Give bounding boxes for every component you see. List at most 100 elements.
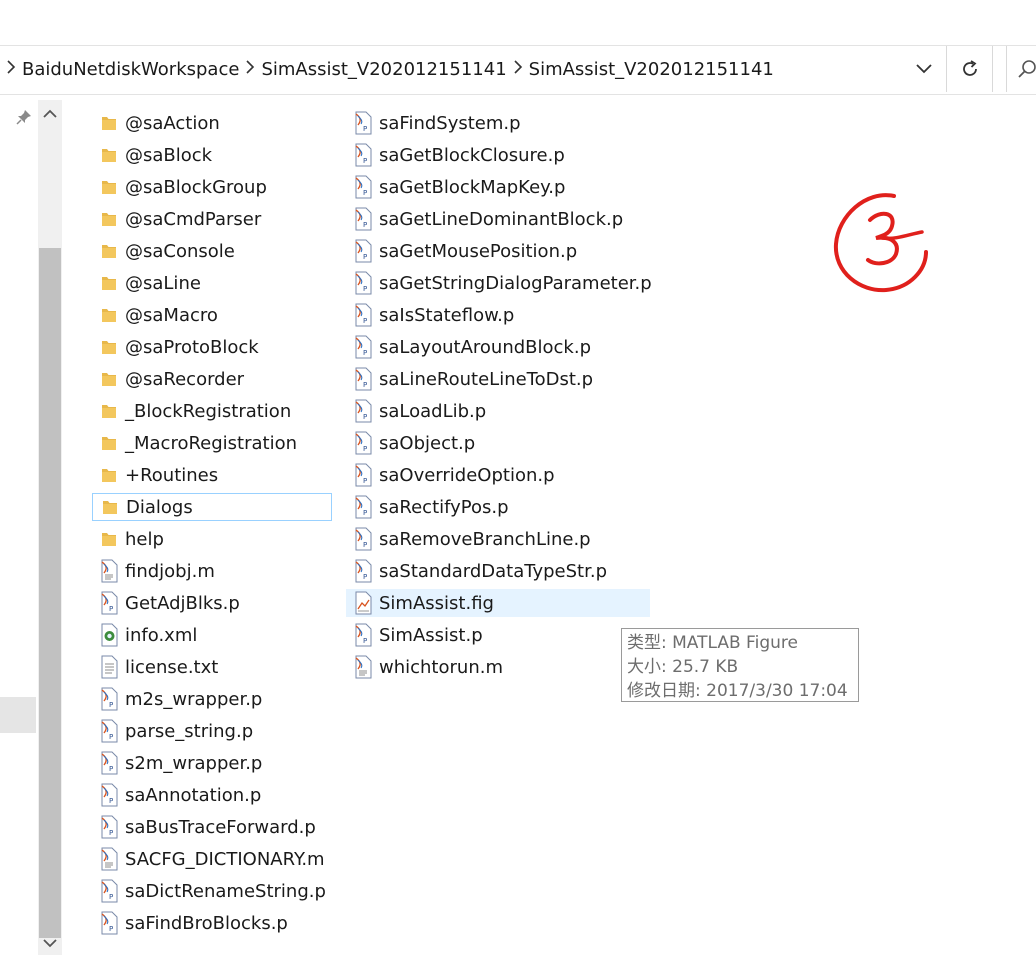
folder-item[interactable]: @saCmdParser [92,205,332,233]
vertical-scrollbar[interactable] [38,100,62,955]
matlab-p-file-icon: P [352,207,374,231]
chevron-up-icon [43,109,57,118]
file-item[interactable]: PsaObject.p [346,429,650,457]
search-icon [1018,60,1036,78]
file-item[interactable]: PsaGetBlockClosure.p [346,141,650,169]
svg-text:P: P [109,605,113,613]
file-item[interactable]: info.xml [92,621,332,649]
folder-item[interactable]: @saConsole [92,237,332,265]
file-item[interactable]: PsaGetStringDialogParameter.p [346,269,652,297]
file-item[interactable]: PsaDictRenameString.p [92,877,332,905]
file-item[interactable]: PsaLineRouteLineToDst.p [346,365,650,393]
file-name-label: saGetBlockMapKey.p [379,176,566,198]
folder-item[interactable]: @saProtoBlock [92,333,332,361]
file-item[interactable]: findjobj.m [92,557,332,585]
chevron-right-icon[interactable] [239,60,261,78]
folder-icon [99,495,121,519]
file-item[interactable]: PsaAnnotation.p [92,781,332,809]
file-name-label: saGetMousePosition.p [379,240,578,262]
matlab-p-file-icon: P [98,815,120,839]
file-item[interactable]: PsaGetBlockMapKey.p [346,173,650,201]
file-item[interactable]: PsaFindSystem.p [346,109,650,137]
matlab-p-file-icon: P [98,783,120,807]
file-name-label: findjobj.m [125,560,215,582]
file-name-label: SimAssist.fig [379,592,494,614]
file-name-label: saStandardDataTypeStr.p [379,560,607,582]
folder-item[interactable]: @saBlock [92,141,332,169]
breadcrumb-item[interactable]: BaiduNetdiskWorkspace [22,59,239,80]
file-item[interactable]: Ps2m_wrapper.p [92,749,332,777]
matlab-p-file-icon: P [352,143,374,167]
navigation-pane[interactable] [0,95,64,958]
address-bar[interactable]: BaiduNetdiskWorkspace SimAssist_V2020121… [0,45,1036,95]
matlab-p-file-icon: P [98,879,120,903]
file-name-label: whichtorun.m [379,656,503,678]
folder-item[interactable]: @saAction [92,109,332,137]
folder-icon [98,239,120,263]
folder-item[interactable]: Dialogs [92,493,332,521]
breadcrumb-item[interactable]: SimAssist_V202012151141 [529,59,774,80]
refresh-button[interactable] [948,46,993,92]
svg-text:P: P [363,573,367,581]
file-item[interactable]: license.txt [92,653,332,681]
matlab-p-file-icon: P [352,559,374,583]
file-item[interactable]: PsaBusTraceForward.p [92,813,332,841]
file-item[interactable]: PsaFindBroBlocks.p [92,909,332,937]
pin-icon[interactable] [16,109,32,129]
file-item[interactable]: SimAssist.fig [346,589,650,617]
file-item[interactable]: PsaLoadLib.p [346,397,650,425]
folder-item[interactable]: @saLine [92,269,332,297]
folder-icon [98,207,120,231]
svg-text:P: P [363,381,367,389]
chevron-right-icon[interactable] [507,60,529,78]
file-item[interactable]: PsaRemoveBranchLine.p [346,525,650,553]
nav-selected-item[interactable] [0,697,36,733]
chevron-right-icon[interactable] [0,60,22,78]
scroll-up-button[interactable] [38,100,62,126]
tooltip-modified: 修改日期: 2017/3/30 17:04 [627,681,848,701]
scroll-down-button[interactable] [38,930,62,956]
file-item[interactable]: PsaRectifyPos.p [346,493,650,521]
scroll-thumb[interactable] [39,248,61,938]
svg-text:P: P [363,317,367,325]
folder-item[interactable]: @saBlockGroup [92,173,332,201]
breadcrumb-item[interactable]: SimAssist_V202012151141 [261,59,506,80]
matlab-p-file-icon: P [98,751,120,775]
search-box[interactable] [1006,46,1036,92]
folder-item[interactable]: _BlockRegistration [92,397,332,425]
matlab-p-file-icon: P [352,175,374,199]
file-item[interactable]: SACFG_DICTIONARY.m [92,845,332,873]
folder-item[interactable]: @saRecorder [92,365,332,393]
matlab-p-file-icon: P [352,399,374,423]
svg-text:P: P [363,253,367,261]
svg-text:P: P [363,349,367,357]
file-item[interactable]: PsaOverrideOption.p [346,461,650,489]
file-name-label: saAnnotation.p [125,784,262,806]
file-item[interactable]: PsaGetLineDominantBlock.p [346,205,650,233]
file-name-label: _BlockRegistration [125,400,292,422]
file-item[interactable]: Pparse_string.p [92,717,332,745]
folder-item[interactable]: help [92,525,332,553]
address-history-dropdown[interactable] [906,56,942,82]
file-name-label: saLoadLib.p [379,400,487,422]
svg-text:P: P [109,797,113,805]
svg-text:P: P [363,541,367,549]
file-item[interactable]: PsaStandardDataTypeStr.p [346,557,650,585]
matlab-p-file-icon: P [352,495,374,519]
folder-item[interactable]: _MacroRegistration [92,429,332,457]
file-item[interactable]: Pm2s_wrapper.p [92,685,332,713]
file-item[interactable]: P GetAdjBlks.p [92,589,332,617]
folder-item[interactable]: @saMacro [92,301,332,329]
breadcrumb[interactable]: BaiduNetdiskWorkspace SimAssist_V2020121… [0,46,947,92]
xml-file-icon [98,623,120,647]
file-item[interactable]: PsaGetMousePosition.p [346,237,650,265]
tooltip-type: 类型: MATLAB Figure [627,633,798,653]
file-item[interactable]: PsaIsStateflow.p [346,301,650,329]
file-item[interactable]: PsaLayoutAroundBlock.p [346,333,650,361]
svg-text:P: P [363,221,367,229]
file-name-label: @saAction [125,112,220,134]
matlab-p-file-icon: P [98,591,120,615]
file-item[interactable]: P SimAssist.p [346,621,650,649]
file-item[interactable]: whichtorun.m [346,653,650,681]
folder-item[interactable]: +Routines [92,461,332,489]
